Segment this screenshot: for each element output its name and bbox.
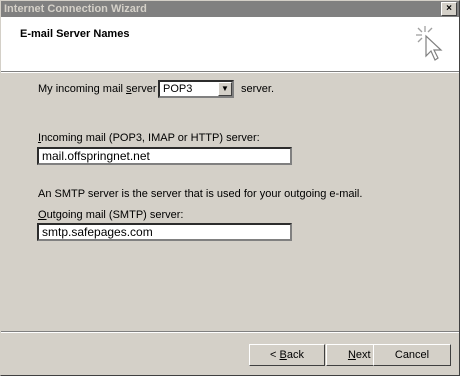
outgoing-server-input[interactable]: smtp.safepages.com [37,223,292,241]
incoming-label-rest: ncoming mail (POP3, IMAP or HTTP) server… [41,132,260,144]
back-accesskey: B [279,349,287,361]
cancel-label: Cancel [394,349,430,361]
smtp-description: An SMTP server is the server that is use… [38,188,363,200]
next-accesskey: N [347,349,356,361]
back-label: ack [286,349,304,361]
back-arrow: < [270,349,280,361]
incoming-type-prefix: My incoming mail [38,83,127,95]
footer-divider [1,331,459,333]
header-divider [1,72,459,73]
title-bar[interactable]: Internet Connection Wizard × [1,1,459,17]
incoming-server-label: Incoming mail (POP3, IMAP or HTTP) serve… [38,132,260,144]
close-icon: × [446,3,452,14]
outgoing-label-rest: utgoing mail (SMTP) server: [46,209,184,221]
server-type-select[interactable]: POP3 ▼ [158,80,234,98]
page-title: E-mail Server Names [20,28,130,40]
server-suffix-label: server. [241,83,275,95]
cancel-button[interactable]: Cancel [373,344,451,366]
outgoing-server-label: Outgoing mail (SMTP) server: [38,209,184,221]
server-type-value: POP3 [163,83,193,95]
close-button[interactable]: × [441,2,457,16]
wizard-cursor-icon [416,26,443,61]
incoming-type-label: My incoming mail server is a [38,83,177,95]
wizard-window: Internet Connection Wizard × E-mail Serv… [0,0,460,376]
wizard-header: E-mail Server Names [1,17,459,72]
incoming-server-input[interactable]: mail.offspringnet.net [37,147,292,165]
outgoing-accesskey: O [38,209,47,221]
window-title: Internet Connection Wizard [4,3,147,15]
dropdown-arrow-icon[interactable]: ▼ [218,82,232,96]
back-button[interactable]: < Back [249,344,325,366]
